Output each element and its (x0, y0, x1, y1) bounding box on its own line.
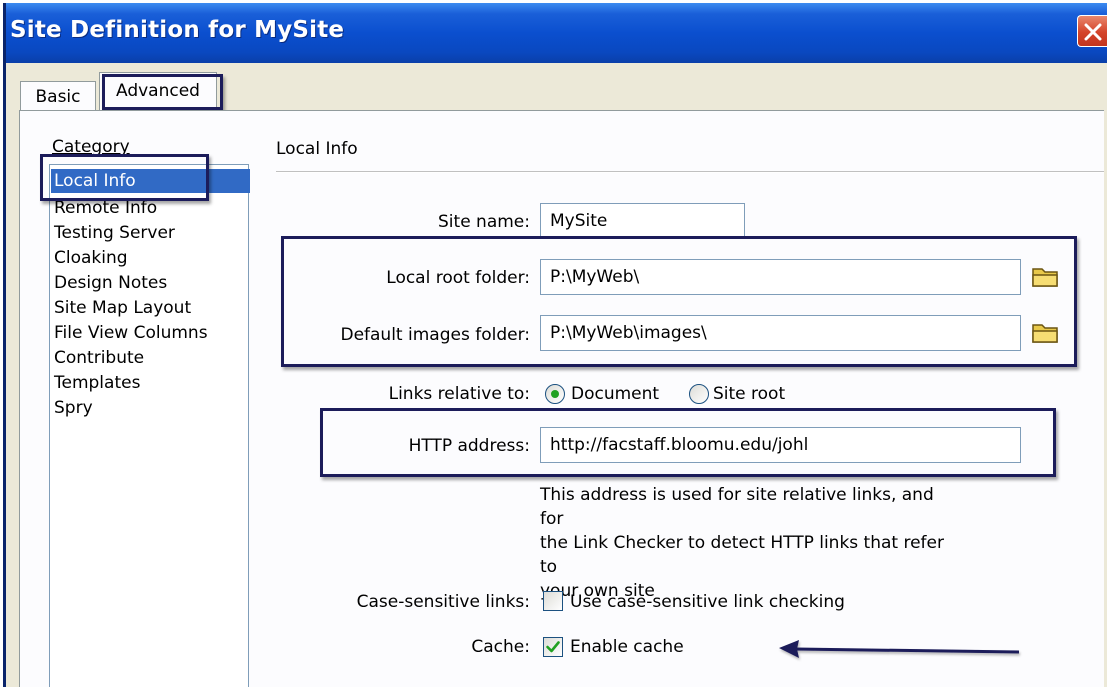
http-address-highlight (320, 408, 1056, 477)
site-name-label: Site name: (438, 212, 530, 232)
help-line-1: This address is used for site relative l… (540, 485, 934, 529)
close-button[interactable] (1077, 15, 1107, 47)
case-sensitive-checkbox[interactable] (543, 591, 563, 611)
category-item-spry[interactable]: Spry (54, 396, 246, 420)
radio-site-root[interactable] (689, 384, 709, 404)
http-help-text: This address is used for site relative l… (540, 483, 960, 603)
local-info-highlight (40, 154, 209, 201)
radio-site-root-label[interactable]: Site root (713, 384, 785, 404)
category-item-site-map-layout[interactable]: Site Map Layout (54, 296, 246, 320)
links-relative-label: Links relative to: (388, 384, 530, 404)
section-divider (276, 171, 1104, 173)
help-line-2: the Link Checker to detect HTTP links th… (540, 533, 944, 577)
category-item-testing-server[interactable]: Testing Server (54, 221, 246, 245)
window-title: Site Definition for MySite (10, 17, 345, 43)
title-bar[interactable]: Site Definition for MySite (6, 3, 1107, 63)
cache-checkbox[interactable] (543, 637, 563, 657)
category-item-design-notes[interactable]: Design Notes (54, 271, 246, 295)
radio-document-label[interactable]: Document (571, 384, 659, 404)
site-name-input[interactable]: MySite (540, 203, 745, 239)
category-item-file-view-columns[interactable]: File View Columns (54, 321, 246, 345)
folders-highlight (281, 236, 1077, 367)
radio-selected-dot (551, 390, 559, 398)
category-item-cloaking[interactable]: Cloaking (54, 246, 246, 270)
case-sensitive-label: Case-sensitive links: (356, 592, 530, 612)
advanced-tab-highlight (102, 74, 223, 110)
cache-checkbox-label[interactable]: Enable cache (570, 637, 684, 657)
section-title: Local Info (276, 139, 358, 159)
cache-label: Cache: (471, 637, 530, 657)
check-icon (546, 641, 560, 653)
tab-basic[interactable]: Basic (20, 81, 96, 112)
radio-document[interactable] (545, 384, 565, 404)
category-item-contribute[interactable]: Contribute (54, 346, 246, 370)
close-icon (1084, 23, 1102, 41)
arrow-left-icon (779, 640, 1020, 658)
case-sensitive-checkbox-label[interactable]: Use case-sensitive link checking (570, 592, 845, 612)
category-item-templates[interactable]: Templates (54, 371, 246, 395)
